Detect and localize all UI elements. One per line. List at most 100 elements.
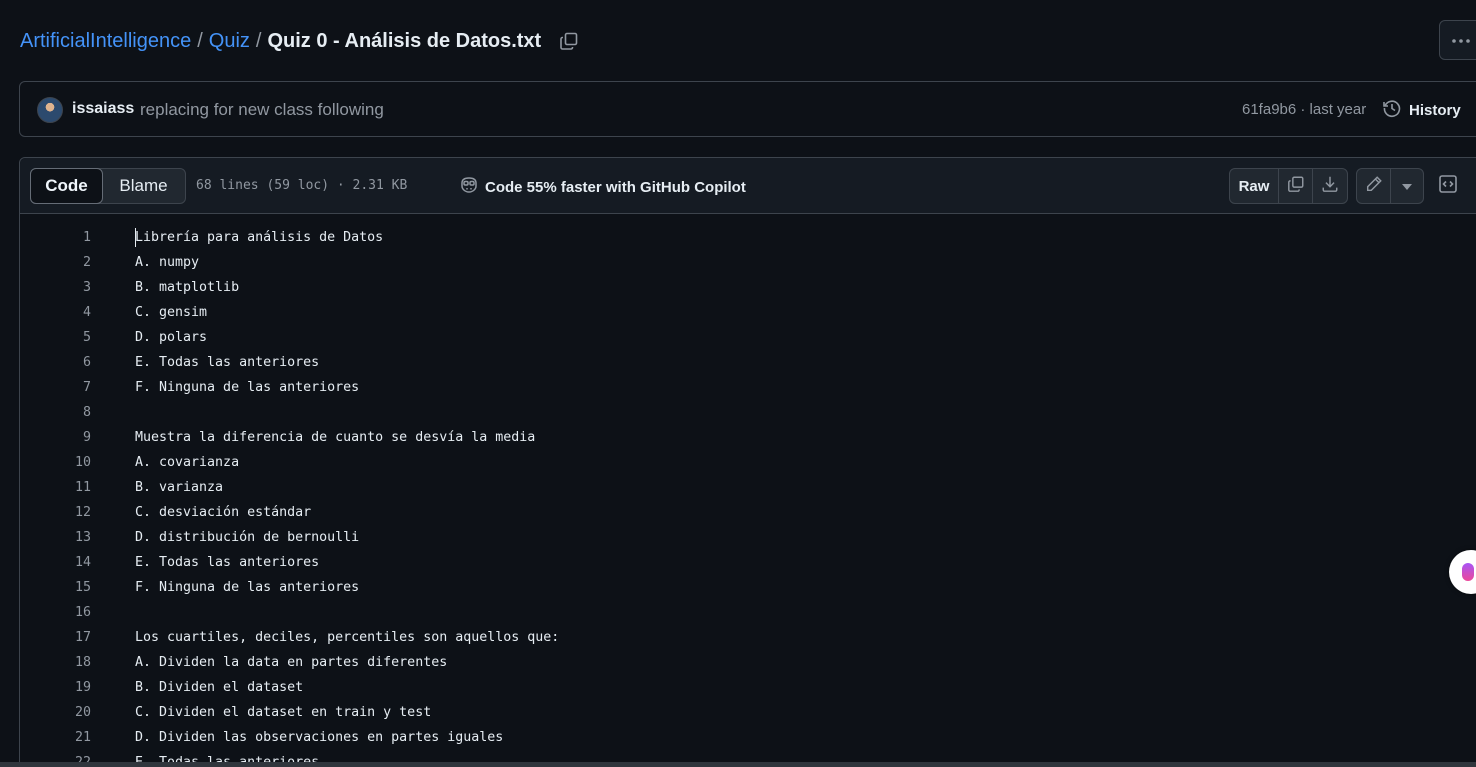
text-caret [135,228,136,247]
code-line: 15 F. Ninguna de las anteriores [20,575,1476,600]
code-line: 10 A. covarianza [20,450,1476,475]
tab-code[interactable]: Code [30,168,103,204]
line-text: A. covarianza [135,455,240,470]
code-line: 21 D. Dividen las observaciones en partes… [20,725,1476,750]
breadcrumb-separator: / [255,29,262,52]
code-line: 19 B. Dividen el dataset [20,675,1476,700]
line-number[interactable]: 18 [20,650,91,675]
line-number[interactable]: 7 [20,375,91,400]
history-label: History [1409,101,1461,119]
line-text: D. Dividen las observaciones en partes i… [135,730,504,745]
line-text: C. Dividen el dataset en train y test [135,705,432,720]
copilot-promo-text: Code 55% faster with GitHub Copilot [485,178,746,196]
commit-message-link[interactable]: replacing for new class following [140,100,384,120]
edit-file-button[interactable] [1357,169,1391,203]
raw-actions-group: Raw [1229,168,1348,204]
code-line: 1 Librería para análisis de Datos [20,225,1476,250]
line-number[interactable]: 4 [20,300,91,325]
line-number[interactable]: 3 [20,275,91,300]
code-line: 13 D. distribución de bernoulli [20,525,1476,550]
code-line: 2 A. numpy [20,250,1476,275]
line-number[interactable]: 2 [20,250,91,275]
line-number[interactable]: 14 [20,550,91,575]
breadcrumb-repo-link[interactable]: ArtificialIntelligence [20,30,191,53]
line-text: D. distribución de bernoulli [135,530,360,545]
more-options-button[interactable] [1439,20,1476,60]
symbols-panel-button[interactable] [1436,174,1460,198]
copy-raw-button[interactable] [1279,169,1313,203]
breadcrumb: ArtificialIntelligence / Quiz / Quiz 0 -… [20,28,581,54]
edit-actions-group [1356,168,1424,204]
line-number[interactable]: 13 [20,525,91,550]
line-number[interactable]: 8 [20,400,91,425]
file-view-page: ArtificialIntelligence / Quiz / Quiz 0 -… [0,0,1476,767]
line-text: B. Dividen el dataset [135,680,304,695]
download-raw-button[interactable] [1313,169,1347,203]
edit-dropdown-button[interactable] [1391,169,1423,203]
line-number[interactable]: 1 [20,225,91,250]
raw-button[interactable]: Raw [1230,169,1279,203]
line-text: A. Dividen la data en partes diferentes [135,655,448,670]
commit-author-link[interactable]: issaiass [72,100,134,118]
code-line: 6 E. Todas las anteriores [20,350,1476,375]
line-text: F. Ninguna de las anteriores [135,380,360,395]
line-text: B. varianza [135,480,224,495]
breadcrumb-separator: / [197,29,203,52]
code-line: 4 C. gensim [20,300,1476,325]
download-icon [1321,175,1339,198]
tab-blame[interactable]: Blame [102,169,185,203]
file-meta: 68 lines (59 loc) · 2.31 KB [196,178,408,193]
copilot-promo-link[interactable]: Code 55% faster with GitHub Copilot [459,176,746,198]
line-number[interactable]: 16 [20,600,91,625]
breadcrumb-folder-link[interactable]: Quiz [209,30,250,53]
file-header: Code Blame 68 lines (59 loc) · 2.31 KB C… [20,158,1476,214]
line-text: Muestra la diferencia de cuanto se desví… [135,430,536,445]
breadcrumb-file-name: Quiz 0 - Análisis de Datos.txt [267,29,542,52]
code-line: 16 [20,600,1476,625]
avatar[interactable] [37,97,63,123]
assistant-icon [1462,563,1474,581]
latest-commit-box: issaiass replacing for new class followi… [19,81,1476,137]
line-number[interactable]: 19 [20,675,91,700]
history-icon [1382,98,1402,122]
code-line: 8 [20,400,1476,425]
code-line: 20 C. Dividen el dataset en train y test [20,700,1476,725]
line-text: E. Todas las anteriores [135,555,320,570]
line-text: Librería para análisis de Datos [135,230,384,245]
code-line: 9 Muestra la diferencia de cuanto se desv… [20,425,1476,450]
code-content[interactable]: 1 Librería para análisis de Datos 2 A. nump… [20,214,1476,767]
line-number[interactable]: 17 [20,625,91,650]
history-button[interactable]: History [1382,98,1461,122]
code-line: 12 C. desviación estándar [20,500,1476,525]
line-number[interactable]: 6 [20,350,91,375]
code-line: 11 B. varianza [20,475,1476,500]
code-line: 3 B. matplotlib [20,275,1476,300]
line-text: C. gensim [135,305,208,320]
line-number[interactable]: 12 [20,500,91,525]
line-number[interactable]: 20 [20,700,91,725]
line-text: Los cuartiles, deciles, percentiles son … [135,630,560,645]
copilot-icon [459,176,479,198]
kebab-horizontal-icon [1451,31,1471,49]
code-square-icon [1438,174,1458,199]
line-text: E. Todas las anteriores [135,355,320,370]
commit-sha-time[interactable]: 61fa9b6 · last year [1242,101,1366,118]
file-viewer: Code Blame 68 lines (59 loc) · 2.31 KB C… [19,157,1476,767]
pencil-icon [1365,175,1383,198]
line-number[interactable]: 11 [20,475,91,500]
code-line: 5 D. polars [20,325,1476,350]
code-line: 14 E. Todas las anteriores [20,550,1476,575]
code-line: 7 F. Ninguna de las anteriores [20,375,1476,400]
horizontal-scrollbar[interactable] [0,762,1476,767]
view-mode-toggle: Code Blame [30,168,186,204]
copy-icon [1287,175,1305,198]
copy-icon[interactable] [557,29,581,53]
line-number[interactable]: 10 [20,450,91,475]
code-line: 17 Los cuartiles, deciles, percentiles so… [20,625,1476,650]
line-number[interactable]: 5 [20,325,91,350]
line-text: B. matplotlib [135,280,240,295]
line-number[interactable]: 9 [20,425,91,450]
line-number[interactable]: 15 [20,575,91,600]
line-text: C. desviación estándar [135,505,312,520]
line-number[interactable]: 21 [20,725,91,750]
